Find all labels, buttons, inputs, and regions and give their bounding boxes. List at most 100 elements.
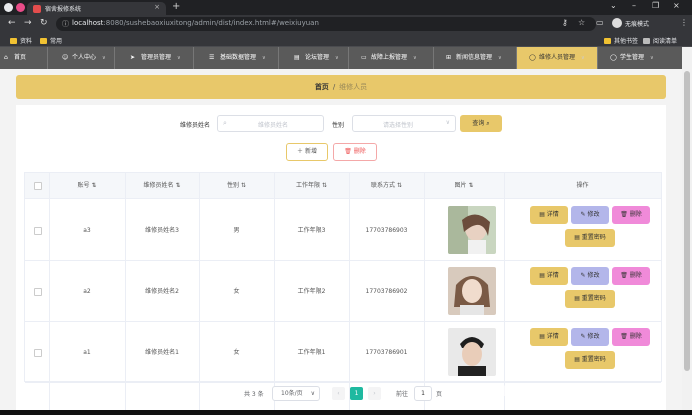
row-checkbox[interactable] [34,227,42,235]
more-icon[interactable]: ⋮ [680,18,688,27]
edit-button[interactable]: ✎ 修改 [571,206,609,224]
reading-list[interactable]: 阅读清单 [643,36,677,45]
window-icon[interactable]: ▭ [596,18,604,27]
table-row: a3 维修员姓名3 男 工作年限3 17703786903 ▤ 详情 ✎ 修改 … [25,200,661,261]
browser-tab-active[interactable]: 宿舍报修系统 × [27,2,166,15]
col-gender[interactable]: 性别 ⇅ [199,173,274,199]
cell-account: a3 [83,227,91,234]
doc-icon: ▤ [294,54,300,61]
search-icon: ⌕ [486,120,490,127]
menu-item-forum[interactable]: ▤ 论坛管理 ∨ [279,47,349,69]
close-window-icon[interactable]: × [673,1,680,10]
detail-button[interactable]: ▤ 详情 [530,206,568,224]
page-number-current[interactable]: 1 [350,387,363,400]
news-icon: ⊞ [446,54,452,61]
select-all-checkbox[interactable] [34,182,42,190]
tab-title: 宿舍报修系统 [45,6,82,13]
home-icon: ⌂ [4,54,8,61]
repairer-photo[interactable] [448,206,496,254]
cell-gender: 女 [233,288,240,295]
detail-button[interactable]: ▤ 详情 [530,267,568,285]
scrollbar-thumb[interactable] [684,71,690,371]
breadcrumb-separator: / [332,83,336,91]
cell-name: 维修员姓名2 [145,288,179,295]
minimize-icon[interactable]: – [632,1,636,10]
menu-item-fault-report[interactable]: ▭ 故障上报管理 ∨ [349,47,434,69]
add-button[interactable]: ＋ 新增 [286,143,328,161]
menu-item-students[interactable]: ◯ 学生管理 ∨ [598,47,682,69]
reset-password-button[interactable]: ▤ 重置密码 [565,229,615,247]
page-scrollbar[interactable] [682,47,692,410]
batch-delete-button[interactable]: 🗑 删除 [333,143,377,161]
close-tab-icon[interactable]: × [154,3,160,11]
breadcrumb-home[interactable]: 首页 [315,83,329,91]
search-gender-label: 性别 [332,122,345,129]
table-row: a2 维修员姓名2 女 工作年限2 17703786902 ▤ 详情 ✎ 修改 … [25,261,661,322]
folder-icon [10,38,17,44]
col-phone[interactable]: 联系方式 ⇅ [349,173,424,199]
url-input[interactable]: ⓘ localhost:8080/sushebaoxiuxitong/admin… [56,17,596,31]
reset-password-button[interactable]: ▤ 重置密码 [565,290,615,308]
repairer-photo[interactable] [448,328,496,376]
restore-icon[interactable]: ❐ [652,1,659,10]
student-icon: ◯ [610,54,617,61]
report-icon: ▭ [361,54,367,61]
edit-button[interactable]: ✎ 修改 [571,328,609,346]
edit-button[interactable]: ✎ 修改 [571,267,609,285]
delete-button[interactable]: 🗑 删除 [612,267,650,285]
search-name-placeholder: 维修员姓名 [258,122,289,129]
col-name[interactable]: 维修员姓名 ⇅ [125,173,199,199]
reset-password-button[interactable]: ▤ 重置密码 [565,351,615,369]
col-photo[interactable]: 图片 ⇅ [424,173,504,199]
key-icon[interactable]: ⚷ [562,18,568,27]
chevron-down-icon[interactable]: ⌄ [610,1,617,10]
goto-page-input[interactable]: 1 [414,386,432,401]
chevron-down-icon: ∨ [650,55,654,61]
avatar[interactable] [612,18,622,28]
star-icon[interactable]: ☆ [578,18,585,27]
menu-item-base-data[interactable]: ☰ 基础数据管理 ∨ [194,47,279,69]
browser-tab-icon[interactable] [16,3,25,12]
row-checkbox[interactable] [34,288,42,296]
menu-item-admin[interactable]: ➤ 管理员管理 ∨ [115,47,194,69]
new-tab-icon[interactable]: + [172,1,180,12]
row-checkbox[interactable] [34,349,42,357]
chevron-down-icon: ∨ [498,55,502,61]
info-icon[interactable]: ⓘ [62,19,69,29]
browser-tab-icon[interactable] [4,3,13,12]
reload-icon[interactable]: ↻ [40,18,48,28]
chevron-down-icon: ∨ [177,55,181,61]
col-years[interactable]: 工作年限 ⇅ [274,173,349,199]
chevron-down-icon: ∨ [310,390,315,397]
chevron-down-icon: ∨ [262,55,266,61]
chevron-down-icon: ∨ [413,55,417,61]
pencil-icon: ✎ [580,211,586,218]
page-size-select[interactable]: 10条/页 ∨ [272,386,320,401]
gender-select[interactable]: 请选择性别 ∨ [352,115,456,132]
search-button[interactable]: 查询 ⌕ [460,115,502,132]
page-unit-label: 页 [436,391,443,398]
reading-list-icon [643,38,650,44]
folder-icon [604,38,611,44]
back-icon[interactable]: ← [8,18,16,28]
bookmarks-bar: 资料 常用 其他书签 阅读清单 [0,34,692,47]
bookmark-folder[interactable]: 资料 [10,36,32,45]
cell-phone: 17703786903 [365,227,408,234]
repairer-photo[interactable] [448,267,496,315]
search-name-label: 维修员姓名 [180,122,211,129]
menu-item-news[interactable]: ⊞ 新闻信息管理 ∨ [434,47,517,69]
next-page-button[interactable]: › [368,387,381,400]
bookmark-folder[interactable]: 常用 [40,36,62,45]
bookmark-folder[interactable]: 其他书签 [604,36,638,45]
prev-page-button[interactable]: ‹ [332,387,345,400]
col-account[interactable]: 账号 ⇅ [49,173,125,199]
send-icon: ➤ [130,54,136,61]
forward-icon[interactable]: → [24,18,32,28]
menu-item-repairers[interactable]: ◯ 维修人员管理 ∨ [517,47,598,69]
menu-item-profile[interactable]: ☺ 个人中心 ∨ [48,47,115,69]
delete-button[interactable]: 🗑 删除 [612,328,650,346]
delete-button[interactable]: 🗑 删除 [612,206,650,224]
detail-button[interactable]: ▤ 详情 [530,328,568,346]
menu-item-home[interactable]: ⌂ 首页 [0,47,48,69]
search-name-input[interactable]: ⌕ 维修员姓名 [217,115,324,132]
